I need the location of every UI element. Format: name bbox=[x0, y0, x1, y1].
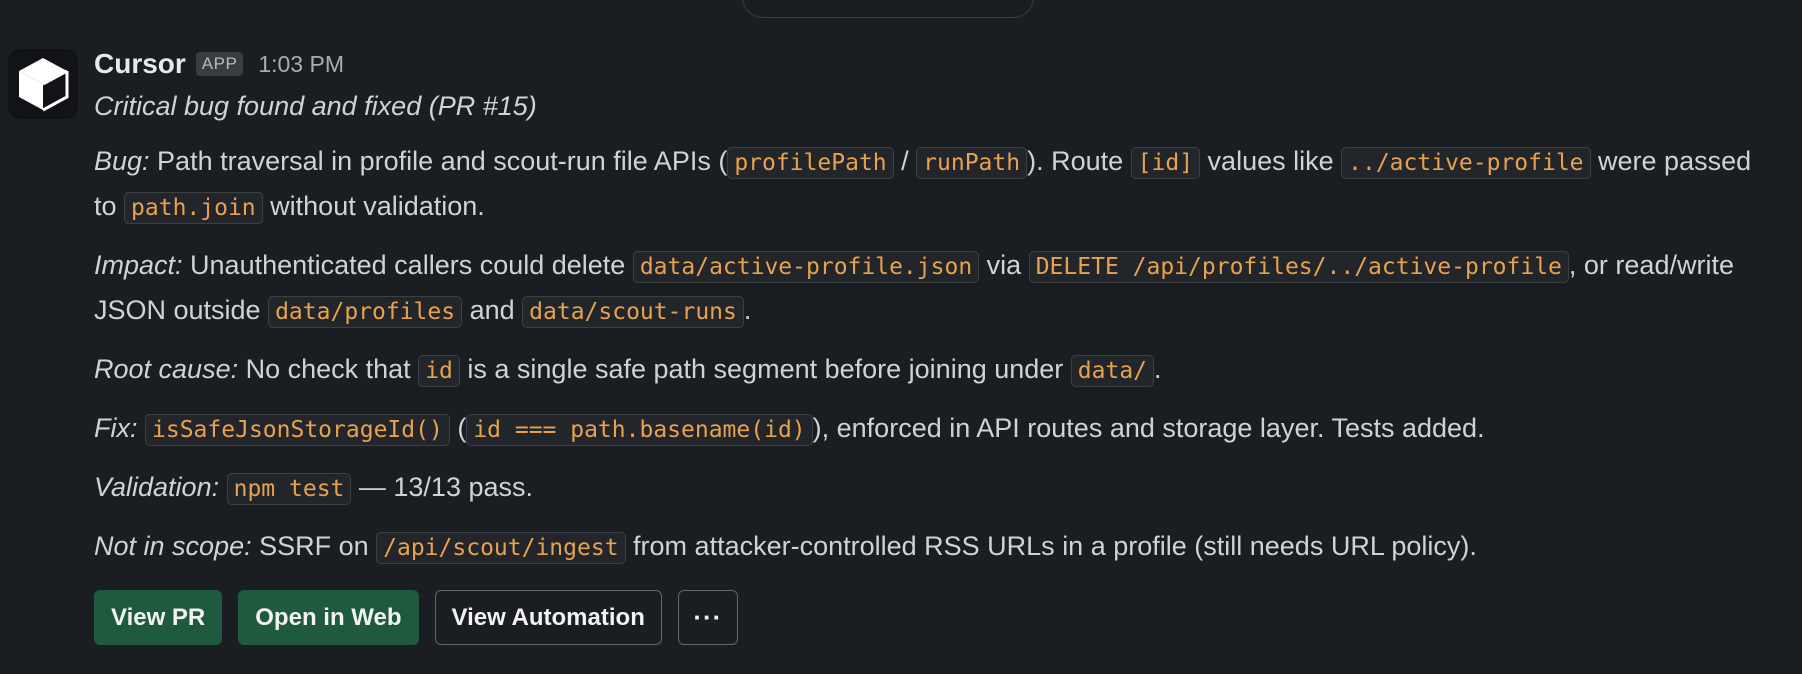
date-divider-pill[interactable] bbox=[742, 0, 1034, 18]
text: ). Route bbox=[1027, 146, 1131, 176]
text: . bbox=[1154, 354, 1162, 384]
fix-label: Fix: bbox=[94, 413, 138, 443]
root-cause-paragraph: Root cause: No check that id is a single… bbox=[94, 348, 1774, 393]
open-in-web-button[interactable]: Open in Web bbox=[238, 590, 419, 645]
code-data-profiles: data/profiles bbox=[268, 296, 463, 328]
code-id: id bbox=[418, 355, 460, 387]
text: without validation. bbox=[262, 191, 485, 221]
text: . bbox=[743, 295, 752, 325]
root-cause-label: Root cause: bbox=[94, 354, 239, 384]
more-actions-button[interactable]: ··· bbox=[677, 590, 738, 645]
text: via bbox=[979, 250, 1029, 280]
text bbox=[219, 472, 227, 502]
text bbox=[138, 413, 146, 443]
avatar[interactable] bbox=[8, 49, 78, 119]
code-npm-test: npm test bbox=[226, 473, 352, 505]
code-is-safe-json-storage-id: isSafeJsonStorageId() bbox=[145, 414, 450, 446]
impact-paragraph: Impact: Unauthenticated callers could de… bbox=[94, 244, 1774, 334]
text: Unauthenticated callers could delete bbox=[182, 250, 633, 280]
code-active-profile: ../active-profile bbox=[1341, 147, 1591, 179]
validation-paragraph: Validation: npm test — 13/13 pass. bbox=[94, 466, 1774, 511]
text: SSRF on bbox=[251, 531, 377, 561]
code-delete-endpoint: DELETE /api/profiles/../active-profile bbox=[1028, 251, 1569, 283]
text: is a single safe path segment before joi… bbox=[459, 354, 1071, 384]
view-pr-button[interactable]: View PR bbox=[94, 590, 223, 645]
code-runpath: runPath bbox=[916, 147, 1028, 179]
message-timestamp[interactable]: 1:03 PM bbox=[258, 51, 344, 78]
code-active-profile-json: data/active-profile.json bbox=[632, 251, 980, 283]
text: No check that bbox=[238, 354, 419, 384]
text: / bbox=[893, 146, 917, 176]
message: Cursor APP 1:03 PM Critical bug found an… bbox=[94, 42, 1774, 645]
code-basename-check: id === path.basename(id) bbox=[466, 414, 813, 446]
view-automation-button[interactable]: View Automation bbox=[434, 590, 662, 645]
cursor-cube-logo-icon bbox=[19, 58, 69, 112]
text: and bbox=[462, 295, 523, 325]
message-header: Cursor APP 1:03 PM bbox=[94, 42, 1774, 86]
text: values like bbox=[1200, 146, 1342, 176]
text: ( bbox=[449, 413, 467, 443]
app-badge: APP bbox=[195, 52, 244, 76]
sender-name[interactable]: Cursor bbox=[94, 48, 186, 80]
code-data-scout-runs: data/scout-runs bbox=[522, 296, 744, 328]
not-in-scope-label: Not in scope: bbox=[94, 531, 252, 561]
impact-label: Impact: bbox=[94, 250, 183, 280]
text: from attacker-controlled RSS URLs in a p… bbox=[625, 531, 1477, 561]
code-scout-ingest: /api/scout/ingest bbox=[376, 532, 626, 564]
code-profilepath: profilePath bbox=[727, 147, 894, 179]
action-buttons: View PR Open in Web View Automation ··· bbox=[94, 590, 1774, 645]
bug-paragraph: Bug: Path traversal in profile and scout… bbox=[94, 140, 1774, 230]
not-in-scope-paragraph: Not in scope: SSRF on /api/scout/ingest … bbox=[94, 525, 1774, 570]
code-id: [id] bbox=[1130, 147, 1201, 179]
code-path-join: path.join bbox=[124, 192, 263, 224]
text: — 13/13 pass. bbox=[351, 472, 533, 502]
message-subtitle: Critical bug found and fixed (PR #15) bbox=[94, 91, 537, 121]
code-data-dir: data/ bbox=[1070, 355, 1155, 387]
bug-label: Bug: bbox=[94, 146, 150, 176]
fix-paragraph: Fix: isSafeJsonStorageId() (id === path.… bbox=[94, 407, 1774, 452]
text: ), enforced in API routes and storage la… bbox=[812, 413, 1485, 443]
validation-label: Validation: bbox=[94, 472, 220, 502]
text: Path traversal in profile and scout-run … bbox=[149, 146, 728, 176]
